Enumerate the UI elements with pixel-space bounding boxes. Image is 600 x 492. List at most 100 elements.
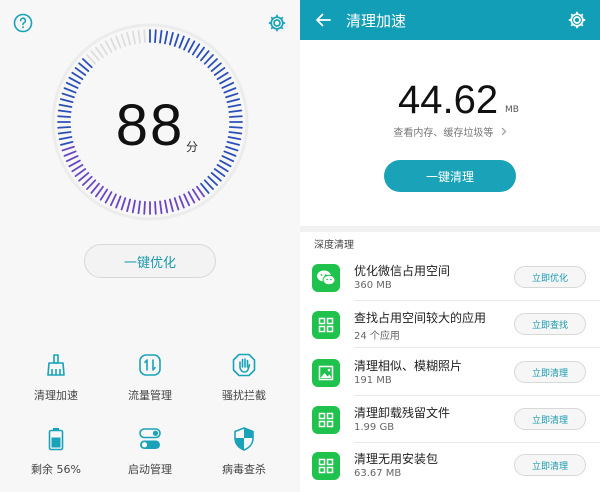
gauge-tick <box>200 182 210 194</box>
gauge-tick <box>210 62 222 72</box>
gauge-tick <box>154 29 157 44</box>
tool-label: 清理加速 <box>34 389 78 402</box>
gauge-tick <box>159 200 163 215</box>
one-key-clean-button[interactable]: 一键清理 <box>384 160 516 192</box>
gauge-tick <box>137 200 141 215</box>
gauge-tick <box>164 199 169 214</box>
gauge-tick <box>71 71 84 81</box>
gauge-tick <box>68 159 81 168</box>
gauge-tick <box>95 46 104 59</box>
gauge-tick <box>216 163 229 173</box>
gauge-tick <box>131 199 136 214</box>
gauge-tick <box>104 40 113 53</box>
gauge-tick <box>183 193 191 207</box>
gauge-tick <box>178 35 185 49</box>
gauge-tick <box>143 29 146 44</box>
clean-residual-button[interactable]: 立即清理 <box>514 408 586 430</box>
gear-icon[interactable] <box>266 12 288 34</box>
gauge-tick <box>86 179 97 190</box>
gauge-tick <box>104 191 113 204</box>
list-item[interactable]: 清理卸载残留文件 1.99 GB 立即清理 <box>300 400 600 444</box>
broom-icon <box>47 354 65 376</box>
clean-photos-button[interactable]: 立即清理 <box>514 361 586 383</box>
tool-label: 病毒查杀 <box>222 463 266 476</box>
gauge-tick <box>131 30 136 45</box>
item-subtitle: 24 个应用 <box>354 331 400 342</box>
gauge-tick <box>173 33 180 47</box>
gauge-tick <box>126 31 132 46</box>
gauge-tick <box>99 43 109 56</box>
optimize-wechat-button[interactable]: 立即优化 <box>514 266 586 288</box>
gauge-tick <box>78 62 90 72</box>
apps-grid-icon <box>312 311 340 339</box>
tool-harass-block[interactable]: 骚扰拦截 <box>196 352 292 403</box>
help-icon[interactable] <box>12 12 34 34</box>
list-item[interactable]: 优化微信占用空间 360 MB 立即优化 <box>300 258 600 302</box>
list-item[interactable]: 清理无用安装包 63.67 MB 立即清理 <box>300 446 600 490</box>
gauge-tick <box>219 76 232 85</box>
toggle-icon <box>139 428 161 449</box>
score-value: 88 <box>115 93 185 158</box>
gauge-tick <box>78 172 90 182</box>
gauge-tick <box>115 195 122 209</box>
gauge-tick <box>74 168 87 177</box>
item-subtitle: 63.67 MB <box>354 468 402 479</box>
tool-label: 启动管理 <box>128 463 172 476</box>
screen: 88 分 一键优化 清理加速 流量管理 骚扰拦截 剩余 56% 启动管理 病毒查… <box>0 0 600 492</box>
row-divider <box>354 300 600 301</box>
clean-packages-button[interactable]: 立即清理 <box>514 454 586 476</box>
list-item[interactable]: 清理相似、模糊照片 191 MB 立即清理 <box>300 353 600 397</box>
phone-manager-home: 88 分 一键优化 清理加速 流量管理 骚扰拦截 剩余 56% 启动管理 病毒查… <box>0 0 300 492</box>
junk-detail-text: 查看内存、缓存垃圾等 <box>393 128 494 139</box>
junk-size-value: 44.62 <box>398 78 499 122</box>
gear-icon[interactable] <box>566 9 588 31</box>
tool-battery[interactable]: 剩余 56% <box>8 426 104 477</box>
section-header: 深度清理 <box>314 240 354 251</box>
gauge-tick <box>120 33 127 47</box>
battery-icon <box>48 428 64 451</box>
list-item[interactable]: 查找占用空间较大的应用 24 个应用 立即查找 <box>300 305 600 349</box>
item-title: 查找占用空间较大的应用 <box>354 311 487 325</box>
gauge-tick <box>137 29 141 44</box>
back-arrow-icon[interactable] <box>312 9 334 31</box>
gauge-tick <box>99 188 109 201</box>
gauge-tick <box>207 58 218 69</box>
gauge-tick <box>168 198 174 213</box>
gauge-tick <box>65 81 79 89</box>
item-subtitle: 191 MB <box>354 375 392 386</box>
gauge-tick <box>178 195 185 209</box>
gauge-tick <box>90 182 100 194</box>
tool-startup[interactable]: 启动管理 <box>102 426 198 477</box>
gauge-tick <box>203 54 214 65</box>
gauge-tick <box>216 71 229 81</box>
gauge-tick <box>173 197 180 211</box>
gauge-tick <box>164 30 169 45</box>
optimize-button[interactable]: 一键优化 <box>84 244 216 278</box>
junk-detail-link[interactable]: 查看内存、缓存垃圾等 <box>300 124 600 139</box>
gauge-tick <box>219 159 232 168</box>
chevron-right-icon <box>501 127 507 139</box>
tool-virus-scan[interactable]: 病毒查杀 <box>196 426 292 477</box>
gauge-tick <box>82 175 93 186</box>
tool-label: 流量管理 <box>128 389 172 402</box>
page-title: 清理加速 <box>346 12 407 30</box>
app-bar: 清理加速 <box>300 0 600 40</box>
tool-data-usage[interactable]: 流量管理 <box>102 352 198 403</box>
gauge-tick <box>86 54 97 65</box>
gauge-tick <box>187 191 196 204</box>
tool-clean-speed[interactable]: 清理加速 <box>8 352 104 403</box>
gauge-tick <box>143 200 146 215</box>
gauge-tick <box>115 35 122 49</box>
gauge-tick <box>71 163 84 173</box>
item-subtitle: 360 MB <box>354 280 392 291</box>
find-apps-button[interactable]: 立即查找 <box>514 313 586 335</box>
gauge-tick <box>74 67 87 76</box>
gauge-tick <box>109 37 117 51</box>
gauge-tick <box>207 175 218 186</box>
gauge-tick <box>159 29 163 44</box>
gauge-tick <box>183 37 191 51</box>
item-title: 清理相似、模糊照片 <box>354 359 463 373</box>
gauge-tick <box>196 185 205 198</box>
wechat-icon <box>312 264 340 292</box>
gauge-tick <box>126 198 132 213</box>
